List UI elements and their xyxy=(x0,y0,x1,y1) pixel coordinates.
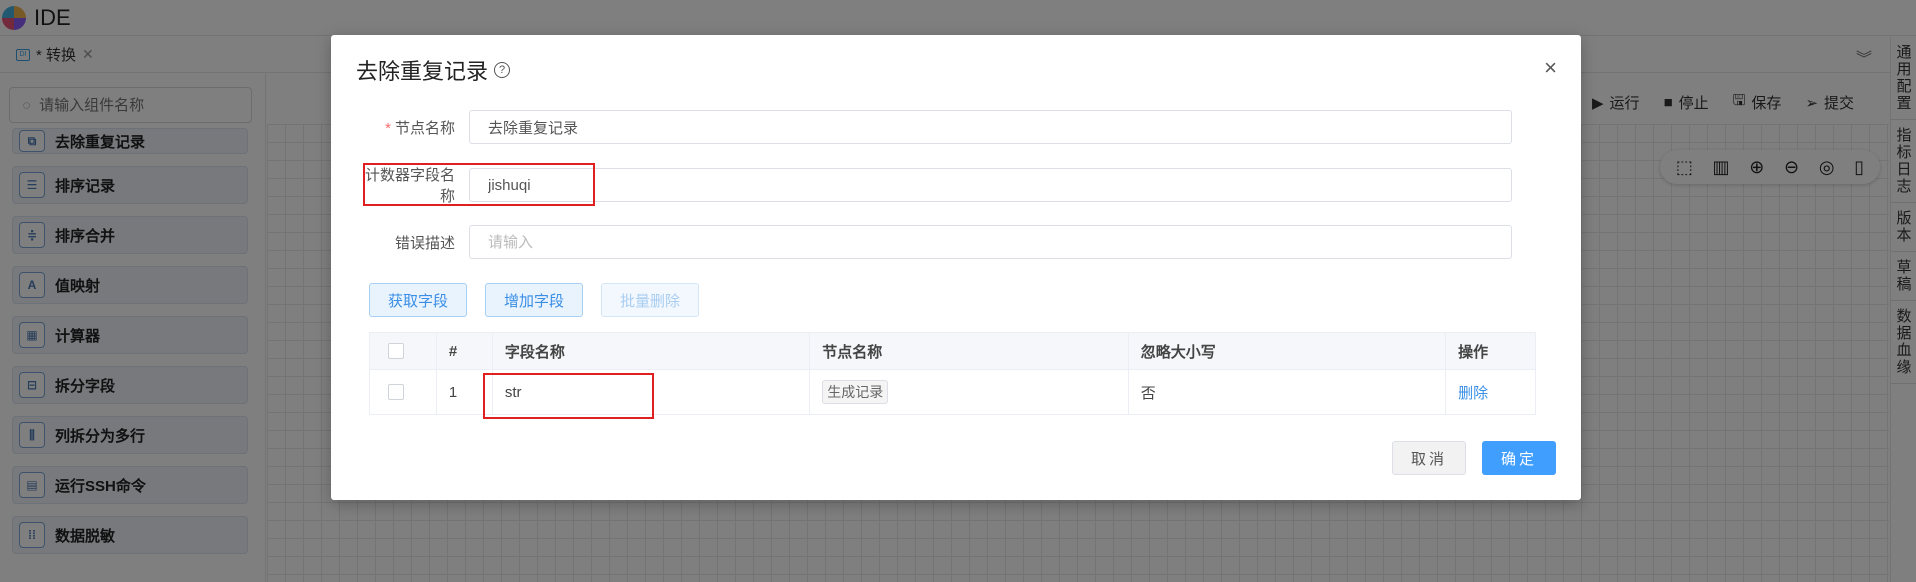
field-actions: 获取字段 增加字段 批量删除 xyxy=(369,283,700,317)
node-name-label-text: 节点名称 xyxy=(394,119,455,137)
dialog-title-text: 去除重复记录 xyxy=(356,59,489,84)
dialog-footer: 取消 确定 xyxy=(1392,441,1556,475)
counter-field-row: 计数器字段名称 xyxy=(356,167,1556,205)
error-desc-label: 错误描述 xyxy=(394,234,455,252)
row-select-cell xyxy=(370,370,437,414)
error-desc-input[interactable] xyxy=(469,225,1512,259)
get-fields-button[interactable]: 获取字段 xyxy=(369,283,468,317)
header-node-name: 节点名称 xyxy=(810,333,1129,369)
row-index: 1 xyxy=(437,370,493,414)
cancel-button[interactable]: 取消 xyxy=(1392,441,1466,475)
add-field-button[interactable]: 增加字段 xyxy=(485,283,584,317)
node-name-label: * 节点名称 xyxy=(356,117,469,138)
row-node-name: 生成记录 xyxy=(810,370,1129,414)
delete-link[interactable]: 删除 xyxy=(1458,382,1488,403)
select-all-checkbox[interactable] xyxy=(388,343,404,359)
row-field-name[interactable]: str xyxy=(493,370,811,414)
header-field-name: 字段名称 xyxy=(493,333,811,369)
counter-field-input[interactable] xyxy=(469,168,1512,202)
fields-table: # 字段名称 节点名称 忽略大小写 操作 1 str 生成记录 否 删除 xyxy=(369,332,1536,415)
help-icon[interactable]: ? xyxy=(494,62,511,78)
node-name-row: * 节点名称 xyxy=(356,110,1556,144)
required-mark: * xyxy=(385,119,391,137)
node-tag: 生成记录 xyxy=(822,380,889,404)
close-icon[interactable]: × xyxy=(1544,55,1557,81)
select-all-cell xyxy=(370,333,437,369)
confirm-button[interactable]: 确定 xyxy=(1482,441,1556,475)
batch-delete-button[interactable]: 批量删除 xyxy=(601,283,700,317)
table-header: # 字段名称 节点名称 忽略大小写 操作 xyxy=(370,333,1535,370)
header-index: # xyxy=(437,333,493,369)
dedupe-dialog: 去除重复记录 ? × *节点名称 计数器字段名称 错误描述 获取字段 增加字段 … xyxy=(331,35,1581,500)
header-ignore-case: 忽略大小写 xyxy=(1129,333,1447,369)
node-name-input[interactable] xyxy=(469,110,1512,144)
table-row: 1 str 生成记录 否 删除 xyxy=(370,370,1535,415)
header-action: 操作 xyxy=(1458,343,1489,361)
dialog-title: 去除重复记录 ? xyxy=(356,54,511,86)
row-ignore-case[interactable]: 否 xyxy=(1129,370,1447,414)
error-desc-row: 错误描述 xyxy=(356,225,1556,259)
row-checkbox[interactable] xyxy=(388,384,404,400)
counter-field-label: 计数器字段名称 xyxy=(364,167,455,205)
row-action: 删除 xyxy=(1446,370,1535,414)
